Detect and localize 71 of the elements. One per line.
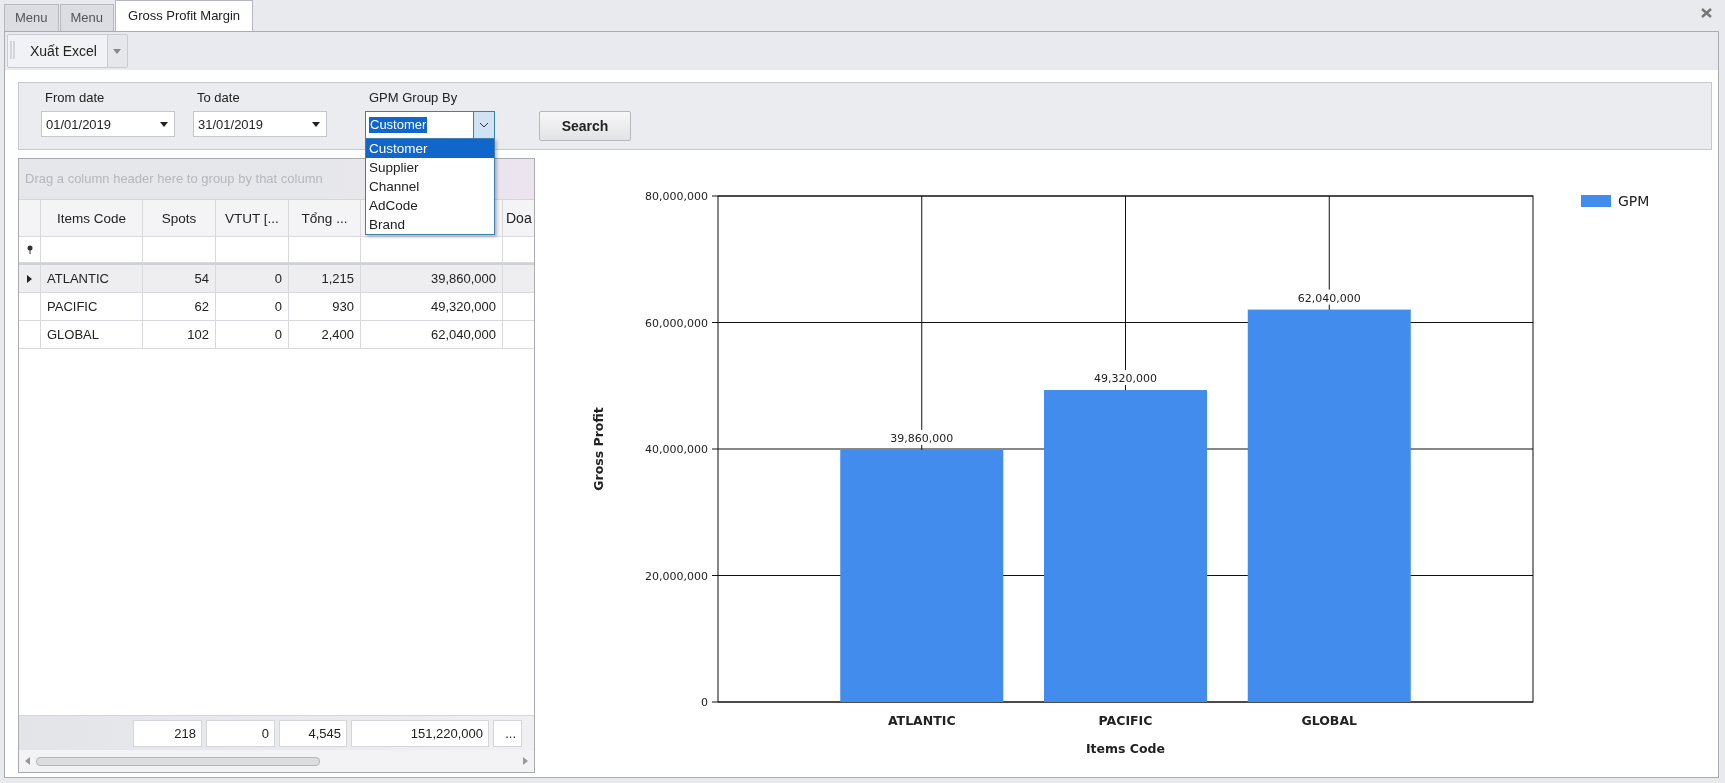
filter-cell[interactable] [361,237,503,263]
column-header[interactable]: Items Code [41,200,143,237]
chevron-down-icon [479,122,489,128]
total-cell: 218 [133,719,202,747]
column-header[interactable]: VTUT [... [216,200,289,237]
total-cell: 4,545 [279,719,347,747]
y-tick-label: 20,000,000 [645,569,708,583]
column-header[interactable]: Spots [143,200,216,237]
date-field[interactable]: 01/01/2019 [41,111,175,137]
table-cell: 0 [216,265,289,293]
table-cell: GLOBAL [41,321,143,349]
column-header[interactable]: Tổng ... [289,200,361,237]
dropdown-arrow-icon [312,121,320,127]
table-cell: 62,040,000 [361,321,503,349]
table-cell: 930 [289,293,361,321]
total-cell: 151,220,000 [351,719,489,747]
legend-label: GPM [1618,193,1650,209]
table-cell: 2,400 [289,321,361,349]
dropdown-arrow-icon [160,121,168,127]
filter-cell[interactable] [143,237,216,263]
current-row-icon [27,274,32,283]
y-tick-label: 60,000,000 [645,316,708,330]
field-label: From date [44,91,106,105]
filter-cell[interactable] [289,237,361,263]
total-cell: 0 [206,719,275,747]
y-tick-label: 0 [701,696,708,709]
table-cell: PACIFIC [41,293,143,321]
table-cell: 1,215 [289,265,361,293]
dropdown-option[interactable]: Supplier [366,158,494,177]
table-cell: 0 [216,293,289,321]
table-cell: 62 [143,293,216,321]
x-tick-label: PACIFIC [1098,713,1153,728]
field-label: GPM Group By [368,91,459,105]
tab[interactable]: Menu [59,4,115,31]
filter-cell[interactable] [216,237,289,263]
search-button[interactable]: Search [539,111,631,141]
field-label: To date [196,91,241,105]
table-cell: 39,860,000 [361,265,503,293]
x-tick-label: ATLANTIC [887,713,956,728]
caret-icon [113,48,122,54]
x-axis-title: Items Code [1085,741,1166,756]
legend-swatch [1581,195,1611,207]
close-icon[interactable] [1701,8,1712,18]
tab[interactable]: Gross Profit Margin [115,0,254,31]
filter-cell[interactable] [41,237,143,263]
dropdown-option[interactable]: Channel [366,177,494,196]
export-menu-button[interactable] [106,35,127,67]
dropdown-option[interactable]: Brand [366,215,494,234]
table-cell: 0 [216,321,289,349]
table-cell: ATLANTIC [41,265,143,293]
group-by-combo[interactable]: Customer [365,111,495,139]
y-tick-label: 40,000,000 [645,443,708,456]
scroll-right-icon[interactable] [523,757,528,765]
horizontal-scrollbar[interactable] [19,750,534,772]
table-cell: 54 [143,265,216,293]
data-label: 62,040,000 [1297,291,1361,305]
date-field[interactable]: 31/01/2019 [193,111,327,137]
data-label: 39,860,000 [890,431,954,445]
row-indicator[interactable] [19,265,41,293]
dropdown-option[interactable]: Customer [366,139,494,158]
y-tick-label: 80,000,000 [645,190,708,203]
y-axis-title: Gross Profit [591,407,606,491]
x-tick-label: GLOBAL [1301,713,1358,728]
tab[interactable]: Menu [4,4,59,31]
table-cell: 49,320,000 [361,293,503,321]
pin-icon [26,245,33,254]
column-header[interactable]: Doa [503,200,534,237]
total-cell: ... [493,719,522,747]
data-label: 49,320,000 [1094,372,1157,386]
table-cell: 102 [143,321,216,349]
scroll-left-icon[interactable] [25,757,30,765]
